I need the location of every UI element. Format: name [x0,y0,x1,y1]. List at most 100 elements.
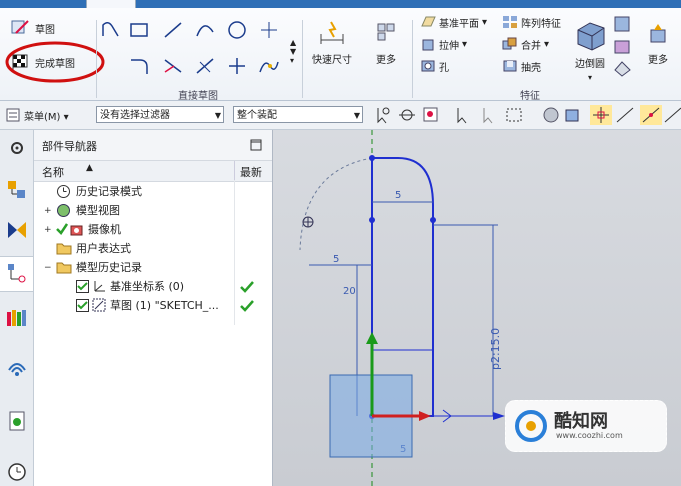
more-icon [377,23,395,41]
direct-sketch-group-label: 直接草图 [178,91,218,102]
offset-face-icon[interactable] [612,58,634,78]
tab-home[interactable] [86,0,136,8]
sketch-gallery-scroll[interactable]: ▲ ▼ ▾ [290,38,296,65]
box-select-icon[interactable] [504,105,526,125]
hole-button[interactable]: 孔 [420,58,449,74]
ribbon: 草图 完成草图 ▲ ▼ ▾ 直接草图 快速尺寸 更多 基准平面 ▾ 阵列特征 拉… [0,8,681,102]
more-label-feature: 更多 [648,55,668,66]
shaded-box-icon[interactable] [562,105,584,125]
hole-label: 孔 [439,62,449,74]
tab-file[interactable] [0,0,40,8]
tree-row-model-history[interactable]: − 模型历史记录 [34,258,272,277]
tree-row-datum-csys[interactable]: 基准坐标系 (0) [34,277,272,296]
highlight-circle [5,41,105,83]
array-feature-button[interactable]: 阵列特征 [502,14,561,30]
history-clock-icon [57,185,70,198]
menu-button[interactable]: 菜单(M) ▾ [24,108,69,123]
select-sketch-icon[interactable] [396,105,418,125]
dimension-top[interactable]: 5 [395,190,401,201]
sort-ascending-icon: ▲ [86,163,93,173]
resource-bar [0,130,34,486]
expand-icon[interactable]: + [44,226,52,235]
dimension-right[interactable]: p2:15.0 [489,328,502,370]
tree-row-cameras[interactable]: + 摄像机 [34,220,272,239]
model-view-icon [57,204,70,217]
shell-label: 抽壳 [521,62,541,74]
combine-button[interactable]: 合并 ▾ [502,36,549,52]
arc-icon[interactable] [194,20,216,40]
column-latest-header[interactable]: 最新 [240,164,262,180]
dimension-left[interactable]: 5 [333,254,339,265]
navigator-title-bar: 部件导航器 [34,130,272,160]
checkbox-checked-icon[interactable] [76,299,89,312]
point-icon[interactable] [258,20,280,40]
shell-icon [503,60,517,72]
more-button-sketch[interactable]: 更多 [374,20,398,66]
feature-group-label: 特征 [520,91,540,102]
combine-label: 合并 [521,40,541,52]
web-browser-icon[interactable] [5,356,29,380]
more-feature-icon [650,24,666,43]
selection-toolbar: 菜单(M) ▾ 没有选择过滤器 ▼ 整个装配 ▼ [0,101,681,130]
reuse-library-icon[interactable] [5,306,29,330]
history-palette-icon[interactable] [5,410,29,434]
datum-plane-icon [421,16,436,27]
checkbox-checked-icon[interactable] [76,280,89,293]
quick-dimension-button[interactable]: 快速尺寸 [312,20,352,66]
shell-button[interactable]: 抽壳 [502,58,541,74]
edge-blend-button[interactable]: 边倒圆 ▾ [572,18,608,82]
datum-plane-button[interactable]: 基准平面 ▾ [420,14,487,30]
tree-row-sketch[interactable]: 草图 (1) "SKETCH_... [34,296,272,315]
fillet-icon[interactable] [128,56,150,76]
watermark-logo-icon [515,410,547,442]
shaded-sphere-icon[interactable] [540,105,562,125]
gear-icon[interactable] [5,136,29,160]
selection-filter-dropdown[interactable]: 没有选择过滤器 ▼ [96,106,224,123]
tree-row-history-mode[interactable]: 历史记录模式 [34,182,272,201]
maximize-icon[interactable] [250,139,262,151]
sketch-button[interactable]: 草图 [10,18,55,38]
assembly-scope-dropdown[interactable]: 整个装配 ▼ [233,106,363,123]
extend-icon[interactable] [194,56,216,76]
sketch-label: 草图 [35,24,55,36]
extrude-icon [422,39,434,51]
make-corner-icon[interactable] [226,56,248,76]
snap-midpoint-icon[interactable] [640,105,662,125]
chamfer-icon[interactable] [612,14,634,34]
more-label-sketch: 更多 [376,55,396,66]
part-navigator-panel: 部件导航器 名称 ▲ 最新 历史记录模式 + 模型视图 + 摄像机 用户表达式 … [34,130,273,486]
snap-endpoint-icon[interactable] [590,105,612,125]
tree-row-user-expressions[interactable]: 用户表达式 [34,239,272,258]
line-icon[interactable] [162,20,184,40]
folder-icon [56,243,72,255]
datum-csys-icon [94,281,105,292]
collapse-icon[interactable]: − [44,264,52,273]
column-name-header[interactable]: 名称 [42,164,64,180]
watermark-url: www.coozhi.com [556,431,623,440]
expand-icon[interactable]: + [44,207,52,216]
cursor-icon[interactable] [452,105,474,125]
snap-line-icon[interactable] [614,105,636,125]
camera-icon [70,225,83,236]
select-icon[interactable] [372,105,394,125]
profile-icon[interactable] [100,20,122,40]
trim-icon[interactable] [162,56,184,76]
rectangle-icon[interactable] [128,20,150,40]
clock-icon[interactable] [5,460,29,484]
edge-blend-label: 边倒圆 [575,59,605,70]
studio-spline-icon[interactable] [258,56,280,76]
array-feature-icon [503,16,517,28]
circle-icon[interactable] [226,20,248,40]
dimension-vertical[interactable]: 20 [343,286,356,297]
cursor-icon-2[interactable] [478,105,500,125]
extrude-button[interactable]: 拉伸 ▾ [420,36,467,52]
combine-icon [502,37,517,50]
assembly-navigator-icon[interactable] [5,178,29,202]
constraint-navigator-icon[interactable] [5,218,29,242]
draft-icon[interactable] [612,36,634,56]
snap-point-icon[interactable] [420,105,442,125]
latest-check-icon [240,281,254,293]
snap-tangent-icon[interactable] [662,105,681,125]
tree-row-model-views[interactable]: + 模型视图 [34,201,272,220]
more-button-feature[interactable]: 更多 [646,22,670,66]
